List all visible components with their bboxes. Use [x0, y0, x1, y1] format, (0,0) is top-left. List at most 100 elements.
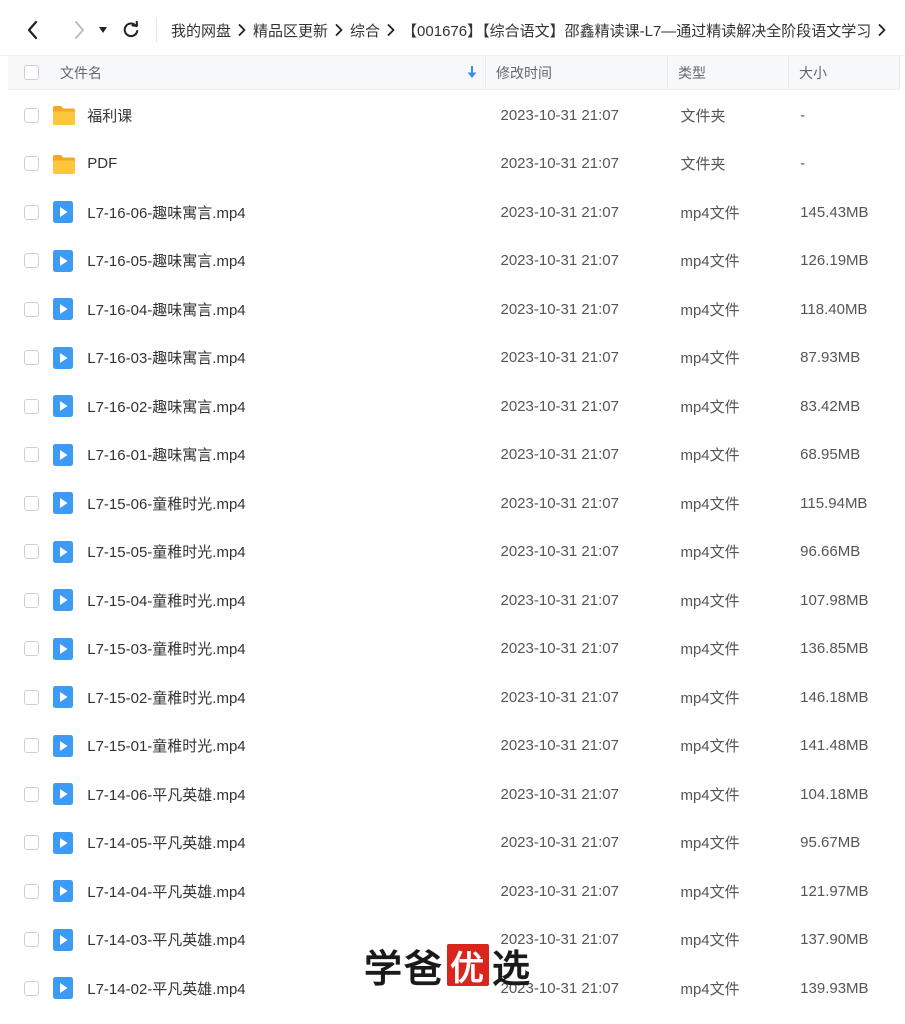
row-checkbox[interactable] — [24, 447, 39, 463]
file-type: mp4文件 — [680, 980, 740, 998]
file-row[interactable]: L7-15-02-童稚时光.mp4 2023-10-31 21:07 mp4文件 14… — [8, 673, 900, 722]
file-row[interactable]: L7-15-06-童稚时光.mp4 2023-10-31 21:07 mp4文件 11… — [8, 479, 900, 528]
row-checkbox[interactable] — [24, 689, 39, 705]
file-icon-cell — [52, 346, 88, 370]
file-icon-cell — [52, 831, 88, 855]
file-row[interactable]: L7-16-06-趣味寓言.mp4 2023-10-31 21:07 mp4文件 14… — [8, 188, 900, 237]
row-checkbox[interactable] — [24, 107, 39, 123]
row-checkbox[interactable] — [24, 835, 39, 851]
file-date: 2023-10-31 21:07 — [500, 591, 619, 609]
file-type: mp4文件 — [680, 689, 740, 707]
file-row[interactable]: PDF 2023-10-31 21:07 文件夹 - — [8, 140, 900, 189]
row-checkbox[interactable] — [24, 398, 39, 414]
file-name[interactable]: L7-15-01-童稚时光.mp4 — [87, 735, 490, 756]
file-name[interactable]: PDF — [87, 155, 490, 172]
breadcrumb-item[interactable]: 【001676】【综合语文】邵鑫精读课-L7—通过精读解决全阶段语文学习 — [402, 20, 871, 41]
file-row[interactable]: L7-15-01-童稚时光.mp4 2023-10-31 21:07 mp4文件 14… — [8, 722, 900, 771]
file-name[interactable]: L7-15-05-童稚时光.mp4 — [87, 541, 490, 562]
file-date: 2023-10-31 21:07 — [500, 494, 619, 512]
row-checkbox[interactable] — [24, 544, 39, 560]
file-icon-cell — [52, 491, 88, 515]
refresh-button[interactable] — [118, 14, 144, 46]
file-size: 121.97MB — [800, 882, 869, 900]
file-date: 2023-10-31 21:07 — [500, 834, 619, 852]
folder-icon — [52, 106, 75, 126]
sort-down-icon[interactable] — [467, 65, 477, 79]
row-select — [8, 544, 52, 560]
file-icon-cell — [52, 588, 88, 612]
header-date[interactable]: 修改时间 — [486, 56, 668, 89]
folder-icon — [52, 154, 75, 174]
row-select — [8, 398, 52, 414]
file-row[interactable]: L7-16-03-趣味寓言.mp4 2023-10-31 21:07 mp4文件 87… — [8, 334, 900, 383]
row-checkbox[interactable] — [24, 932, 39, 948]
file-name[interactable]: L7-16-05-趣味寓言.mp4 — [87, 250, 490, 271]
file-row[interactable]: L7-14-06-平凡英雄.mp4 2023-10-31 21:07 mp4文件 10… — [8, 770, 900, 819]
row-checkbox[interactable] — [24, 204, 39, 220]
breadcrumb-separator-icon — [328, 24, 350, 36]
video-file-icon — [52, 928, 73, 951]
file-row[interactable]: L7-15-04-童稚时光.mp4 2023-10-31 21:07 mp4文件 10… — [8, 576, 900, 625]
forward-button[interactable] — [66, 14, 92, 46]
file-row[interactable]: L7-15-05-童稚时光.mp4 2023-10-31 21:07 mp4文件 96… — [8, 528, 900, 577]
video-file-icon — [52, 395, 73, 418]
file-name[interactable]: L7-15-03-童稚时光.mp4 — [87, 638, 490, 659]
file-size: 107.98MB — [800, 591, 869, 609]
video-file-icon — [52, 977, 73, 1000]
file-row[interactable]: L7-16-04-趣味寓言.mp4 2023-10-31 21:07 mp4文件 11… — [8, 285, 900, 334]
row-checkbox[interactable] — [24, 786, 39, 802]
file-name[interactable]: L7-14-04-平凡英雄.mp4 — [87, 881, 490, 902]
file-icon-cell — [52, 879, 88, 903]
file-size: - — [800, 155, 806, 173]
file-date: 2023-10-31 21:07 — [500, 882, 619, 900]
file-row[interactable]: L7-14-05-平凡英雄.mp4 2023-10-31 21:07 mp4文件 95… — [8, 819, 900, 868]
file-name[interactable]: L7-14-06-平凡英雄.mp4 — [87, 784, 490, 805]
breadcrumb-item[interactable]: 我的网盘 — [171, 20, 231, 41]
row-checkbox[interactable] — [24, 980, 39, 996]
row-checkbox[interactable] — [24, 641, 39, 657]
header-name[interactable]: 文件名 — [52, 56, 486, 89]
breadcrumb-item[interactable]: 精品区更新 — [253, 20, 328, 41]
file-name[interactable]: L7-16-03-趣味寓言.mp4 — [87, 347, 490, 368]
file-name[interactable]: L7-15-06-童稚时光.mp4 — [87, 493, 490, 514]
file-row[interactable]: L7-16-01-趣味寓言.mp4 2023-10-31 21:07 mp4文件 68… — [8, 431, 900, 480]
file-name[interactable]: L7-16-01-趣味寓言.mp4 — [87, 444, 490, 465]
row-checkbox[interactable] — [24, 156, 39, 172]
file-row[interactable]: L7-16-05-趣味寓言.mp4 2023-10-31 21:07 mp4文件 12… — [8, 237, 900, 286]
file-row[interactable]: L7-15-03-童稚时光.mp4 2023-10-31 21:07 mp4文件 13… — [8, 625, 900, 674]
file-size: 146.18MB — [800, 688, 869, 706]
file-name[interactable]: L7-15-02-童稚时光.mp4 — [87, 687, 490, 708]
file-row[interactable]: L7-16-02-趣味寓言.mp4 2023-10-31 21:07 mp4文件 83… — [8, 382, 900, 431]
file-row[interactable]: 福利课 2023-10-31 21:07 文件夹 - — [8, 91, 900, 140]
file-name[interactable]: 福利课 — [87, 105, 490, 126]
file-row[interactable]: L7-14-04-平凡英雄.mp4 2023-10-31 21:07 mp4文件 12… — [8, 867, 900, 916]
file-name[interactable]: L7-15-04-童稚时光.mp4 — [87, 590, 490, 611]
file-list: 福利课 2023-10-31 21:07 文件夹 - PDF 2023-10-31 21:… — [8, 91, 900, 1013]
row-checkbox[interactable] — [24, 495, 39, 511]
video-file-icon — [52, 831, 73, 854]
header-type[interactable]: 类型 — [668, 56, 789, 89]
file-date: 2023-10-31 21:07 — [500, 203, 619, 221]
breadcrumb-item[interactable]: 综合 — [350, 20, 380, 41]
back-button[interactable] — [20, 14, 46, 46]
video-file-icon — [52, 492, 73, 515]
row-checkbox[interactable] — [24, 350, 39, 366]
select-all-checkbox[interactable] — [24, 65, 39, 80]
file-type: mp4文件 — [680, 932, 740, 950]
row-checkbox[interactable] — [24, 738, 39, 754]
row-checkbox[interactable] — [24, 253, 39, 269]
file-icon-cell — [52, 734, 88, 758]
file-name[interactable]: L7-16-02-趣味寓言.mp4 — [87, 396, 490, 417]
file-icon-cell — [52, 297, 88, 321]
file-size: 104.18MB — [800, 785, 869, 803]
file-name[interactable]: L7-14-05-平凡英雄.mp4 — [87, 832, 490, 853]
history-dropdown-button[interactable] — [94, 14, 112, 46]
row-checkbox[interactable] — [24, 883, 39, 899]
row-checkbox[interactable] — [24, 301, 39, 317]
header-size-label: 大小 — [799, 64, 827, 81]
file-date: 2023-10-31 21:07 — [500, 106, 619, 124]
header-size[interactable]: 大小 — [789, 56, 900, 89]
row-checkbox[interactable] — [24, 592, 39, 608]
file-name[interactable]: L7-16-06-趣味寓言.mp4 — [87, 202, 490, 223]
file-name[interactable]: L7-16-04-趣味寓言.mp4 — [87, 299, 490, 320]
